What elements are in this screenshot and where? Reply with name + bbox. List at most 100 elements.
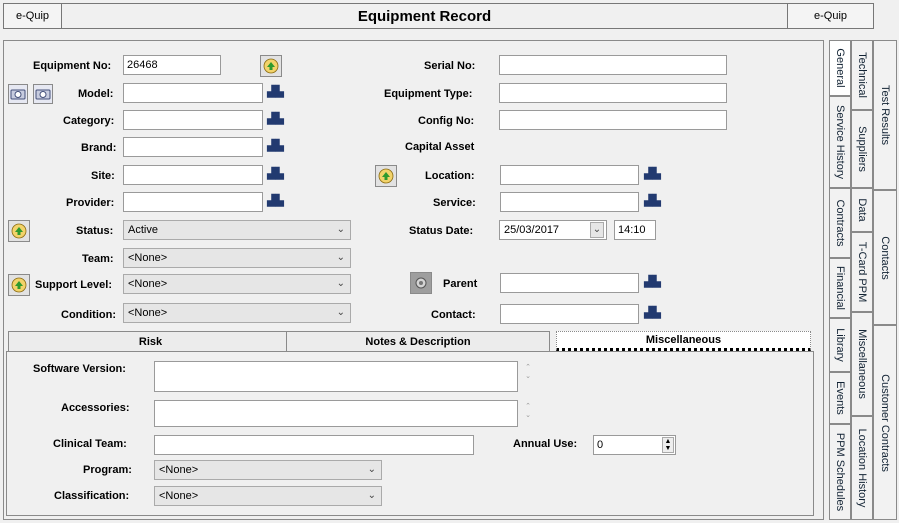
site-field[interactable]	[123, 165, 263, 185]
classification-label: Classification:	[54, 490, 130, 502]
condition-select[interactable]: <None> ⌄	[123, 303, 351, 323]
status-select[interactable]: Active ⌄	[123, 220, 351, 240]
binoculars-icon[interactable]: ▟▙	[266, 194, 285, 209]
camera-button-2[interactable]	[33, 84, 53, 104]
support-level-label: Support Level:	[35, 279, 113, 291]
program-select[interactable]: <None> ⌄	[154, 460, 382, 480]
tab-test-results[interactable]: Test Results	[873, 40, 897, 190]
chevron-down-icon: ⌄	[336, 307, 345, 318]
equipment-type-field[interactable]	[499, 83, 727, 103]
capital-asset-label: Capital Asset	[405, 141, 475, 153]
service-label: Service:	[433, 197, 476, 209]
program-label: Program:	[83, 464, 132, 476]
annual-use-field[interactable]: 0 ▲ ▼	[593, 435, 676, 455]
camera-button-1[interactable]	[8, 84, 28, 104]
tab-miscellaneous-side[interactable]: Miscellaneous	[851, 312, 873, 416]
binoculars-icon[interactable]: ▟▙	[266, 112, 285, 127]
chevron-down-icon: ⌄	[336, 278, 345, 289]
serial-no-field[interactable]	[499, 55, 727, 75]
tab-contracts[interactable]: Contracts	[829, 188, 851, 258]
equip-left-button[interactable]: e-Quip	[3, 3, 62, 29]
tab-technical[interactable]: Technical	[851, 40, 873, 110]
annual-use-label: Annual Use:	[513, 438, 578, 450]
refresh-status-button[interactable]	[8, 220, 30, 242]
model-label: Model:	[78, 88, 114, 100]
tab-risk[interactable]: Risk	[8, 331, 293, 351]
equipment-no-field[interactable]: 26468	[123, 55, 221, 75]
tab-customer-contracts[interactable]: Customer Contracts	[873, 325, 897, 520]
status-label: Status:	[76, 225, 114, 237]
tab-location-history[interactable]: Location History	[851, 416, 873, 520]
software-version-field[interactable]	[154, 361, 518, 392]
tab-library[interactable]: Library	[829, 318, 851, 372]
tab-data[interactable]: Data	[851, 188, 873, 232]
team-value: <None>	[128, 252, 168, 264]
software-version-label: Software Version:	[33, 363, 126, 375]
config-no-field[interactable]	[499, 110, 727, 130]
parent-button[interactable]	[410, 272, 432, 294]
accessories-field[interactable]	[154, 400, 518, 427]
config-no-label: Config No:	[418, 115, 475, 127]
classification-select[interactable]: <None> ⌄	[154, 486, 382, 506]
status-time-field[interactable]: 14:10	[614, 220, 656, 240]
binoculars-icon[interactable]: ▟▙	[643, 167, 662, 182]
team-label: Team:	[82, 253, 114, 265]
parent-field[interactable]	[500, 273, 639, 293]
annual-use-value: 0	[597, 439, 604, 451]
brand-field[interactable]	[123, 137, 263, 157]
team-select[interactable]: <None> ⌄	[123, 248, 351, 268]
tab-service-history[interactable]: Service History	[829, 96, 851, 188]
equip-right-button[interactable]: e-Quip	[787, 3, 874, 29]
condition-value: <None>	[128, 307, 168, 319]
chevron-down-icon[interactable]: ⌄	[590, 222, 604, 238]
site-label: Site:	[91, 170, 115, 182]
binoculars-icon[interactable]: ▟▙	[643, 275, 662, 290]
tab-tcard-ppm[interactable]: T-Card PPM	[851, 232, 873, 312]
tab-contacts[interactable]: Contacts	[873, 190, 897, 325]
scroll-arrows[interactable]: ⌃ ⌄	[521, 363, 535, 383]
tab-events[interactable]: Events	[829, 372, 851, 424]
camera-icon	[10, 89, 26, 100]
binoculars-icon[interactable]: ▟▙	[266, 85, 285, 100]
clinical-team-label: Clinical Team:	[53, 438, 127, 450]
status-date-picker[interactable]: 25/03/2017 ⌄	[499, 220, 607, 240]
program-value: <None>	[159, 464, 199, 476]
binoculars-icon[interactable]: ▟▙	[266, 139, 285, 154]
chevron-down-icon: ⌄	[336, 224, 345, 235]
binoculars-icon[interactable]: ▟▙	[643, 306, 662, 321]
tab-suppliers[interactable]: Suppliers	[851, 110, 873, 188]
status-date-label: Status Date:	[409, 225, 474, 237]
binoculars-icon[interactable]: ▟▙	[643, 194, 662, 209]
title-bar: e-Quip Equipment Record e-Quip	[0, 0, 875, 31]
tab-ppm-schedules[interactable]: PPM Schedules	[829, 424, 851, 520]
location-label: Location:	[425, 170, 475, 182]
equipment-no-label: Equipment No:	[33, 60, 112, 72]
tab-miscellaneous[interactable]: Miscellaneous	[556, 331, 811, 351]
green-arrow-icon	[263, 58, 279, 74]
refresh-support-button[interactable]	[8, 274, 30, 296]
support-level-select[interactable]: <None> ⌄	[123, 274, 351, 294]
model-field[interactable]	[123, 83, 263, 103]
category-field[interactable]	[123, 110, 263, 130]
tab-general[interactable]: General	[829, 40, 851, 96]
contact-field[interactable]	[500, 304, 639, 324]
refresh-equipment-button[interactable]	[260, 55, 282, 77]
refresh-location-button[interactable]	[375, 165, 397, 187]
brand-label: Brand:	[81, 142, 117, 154]
accessories-label: Accessories:	[61, 402, 130, 414]
green-arrow-icon	[378, 168, 394, 184]
scroll-arrows[interactable]: ⌃ ⌄	[521, 402, 535, 422]
status-value: Active	[128, 224, 158, 236]
binoculars-icon[interactable]: ▟▙	[266, 167, 285, 182]
serial-no-label: Serial No:	[424, 60, 476, 72]
chevron-down-icon: ⌄	[336, 252, 345, 263]
provider-field[interactable]	[123, 192, 263, 212]
tab-financial[interactable]: Financial	[829, 258, 851, 318]
clinical-team-field[interactable]	[154, 435, 474, 455]
location-field[interactable]	[500, 165, 639, 185]
stepper-icon[interactable]: ▲ ▼	[662, 437, 674, 453]
service-field[interactable]	[500, 192, 639, 212]
classification-value: <None>	[159, 490, 199, 502]
tab-notes[interactable]: Notes & Description	[286, 331, 550, 351]
contact-label: Contact:	[431, 309, 476, 321]
